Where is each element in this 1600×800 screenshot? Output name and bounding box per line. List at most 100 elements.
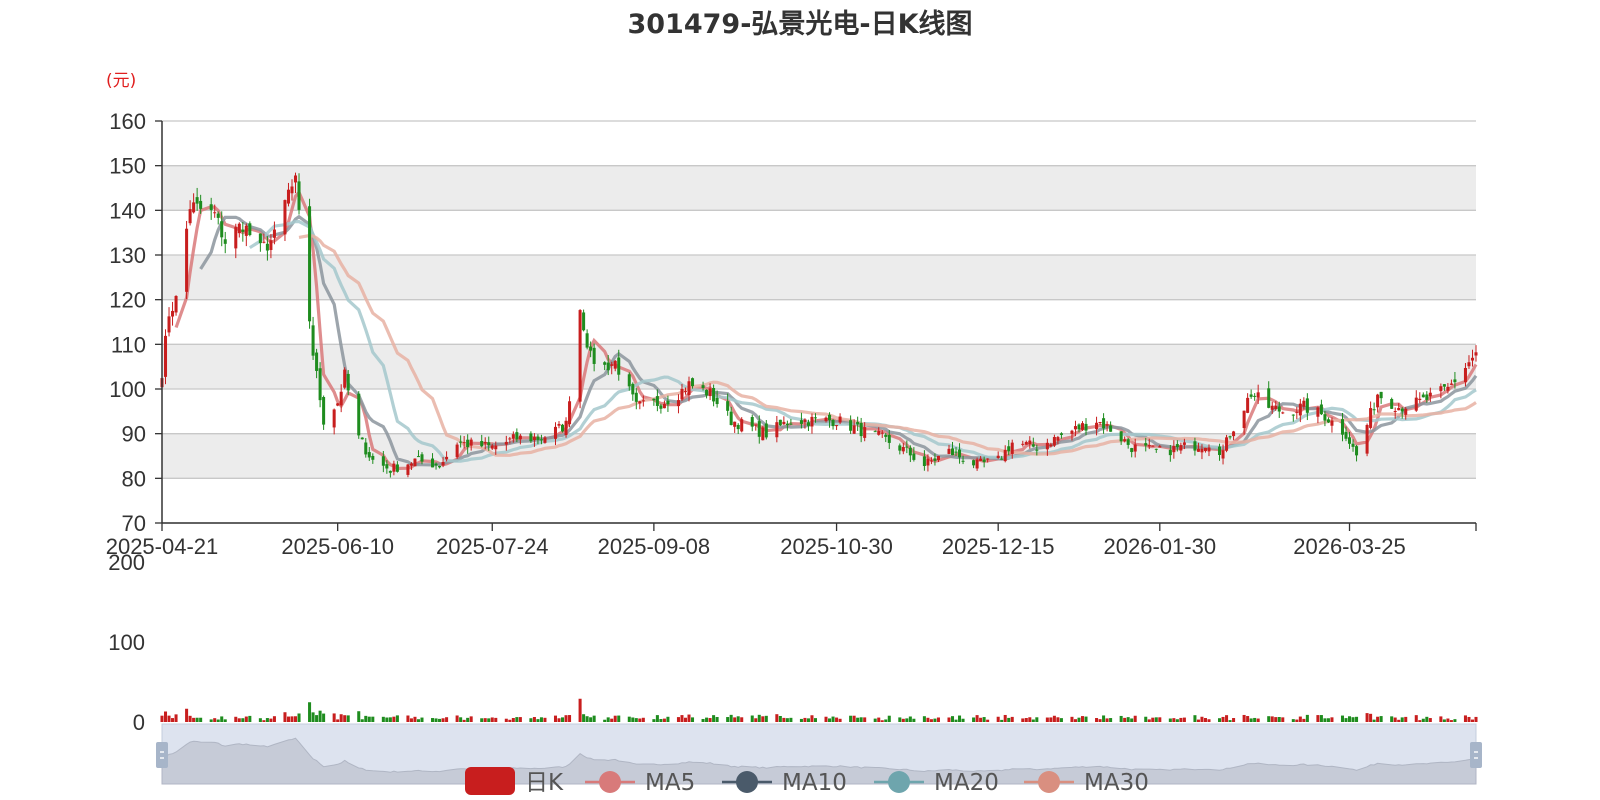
volume-bar [873, 718, 877, 722]
grid-band [162, 344, 1476, 389]
volume-bar [483, 718, 487, 722]
volume-bar [659, 718, 663, 722]
volume-bar [269, 718, 273, 722]
volume-bar [1168, 718, 1172, 722]
candle [167, 307, 171, 337]
volume-bar [1207, 719, 1211, 722]
candle [557, 421, 561, 429]
volume-bar [490, 717, 494, 722]
volume-bar [705, 717, 709, 722]
candle [1379, 391, 1383, 404]
volume-bar [311, 712, 315, 722]
volume-bar [757, 714, 761, 722]
volume-bar [1323, 718, 1327, 722]
volume-bar [195, 717, 199, 722]
volume-bar [1021, 718, 1025, 722]
volume-bar [1172, 718, 1176, 722]
y-tick-label: 80 [122, 466, 146, 491]
volume-bar [954, 719, 958, 722]
volume-bar [244, 716, 248, 722]
legend-label: MA5 [645, 770, 695, 796]
candle [564, 417, 568, 438]
volume-bar [729, 714, 733, 722]
legend-item-ma10[interactable]: MA10 [722, 770, 847, 796]
candle [308, 198, 312, 329]
volume-bar [1326, 718, 1330, 722]
volume-bar [1073, 719, 1077, 722]
volume-bar [887, 715, 891, 722]
candle [705, 389, 709, 399]
volume-bar [761, 716, 765, 722]
volume-bar [922, 716, 926, 722]
volume-bar [1449, 720, 1453, 722]
volume-bar [1221, 716, 1225, 722]
volume-bar [687, 714, 691, 722]
volume-bar [958, 715, 962, 722]
volume-bar [529, 718, 533, 722]
volume-bar [1298, 716, 1302, 722]
volume-bar [715, 717, 719, 722]
volume-bar [343, 715, 347, 722]
volume-bar [652, 719, 656, 722]
volume-bar [1102, 715, 1106, 722]
volume-bar [666, 716, 670, 722]
legend-item-ma30[interactable]: MA30 [1024, 770, 1149, 796]
volume-bar [209, 719, 213, 722]
volume-bar [810, 715, 814, 722]
volume-bar [381, 716, 385, 722]
legend-item-日k[interactable]: 日K [465, 767, 564, 796]
volume-bar [438, 718, 442, 722]
moving-average-lines [174, 189, 1478, 471]
volume-bar [1344, 718, 1348, 722]
volume-tick-label: 200 [108, 550, 145, 575]
volume-bar [803, 717, 807, 722]
volume-bar [508, 719, 512, 722]
candle [1414, 390, 1418, 412]
candle [1281, 411, 1285, 415]
volume-bar [856, 717, 860, 722]
volume-bar [933, 718, 937, 722]
volume-bar [1200, 716, 1204, 722]
volume-bar [726, 717, 730, 722]
volume-bar [392, 716, 396, 722]
volume-bar [1077, 717, 1081, 722]
candle [782, 416, 786, 425]
candle [237, 222, 241, 238]
candle [568, 396, 572, 428]
zoom-handle-right[interactable] [1470, 742, 1482, 768]
volume-bar [1372, 719, 1376, 722]
volume-bar [1453, 719, 1457, 722]
volume-bar [1228, 720, 1232, 722]
volume-bar [332, 713, 336, 722]
candle [163, 329, 168, 385]
volume-bar [947, 717, 951, 722]
volume-bar [655, 715, 659, 722]
volume-bar [504, 718, 508, 722]
legend-item-ma20[interactable]: MA20 [874, 770, 999, 796]
volume-bar [568, 715, 572, 722]
volume-bar [789, 717, 793, 722]
candle [835, 425, 839, 431]
volume-bar [691, 717, 695, 722]
candle [659, 403, 663, 414]
volume-bar [543, 717, 547, 722]
volume-bar [1253, 717, 1257, 722]
volume-bar [736, 716, 740, 722]
volume-bar [536, 719, 540, 722]
volume-bar [592, 715, 596, 722]
volume-bar [617, 715, 621, 722]
volume-bar [1295, 719, 1299, 722]
volume-bar [1277, 717, 1281, 722]
volume-bar [167, 715, 171, 722]
zoom-handle-left[interactable] [156, 742, 168, 768]
volume-bar [1031, 719, 1035, 722]
volume-bar [336, 719, 340, 722]
volume-bar [213, 718, 217, 722]
volume-bar [1049, 717, 1053, 722]
volume-bar [1474, 716, 1478, 722]
volume-bar [163, 711, 168, 722]
volume-bar [1056, 717, 1060, 722]
candle [1249, 389, 1253, 399]
candle [778, 419, 782, 427]
volume-bar [188, 715, 192, 722]
